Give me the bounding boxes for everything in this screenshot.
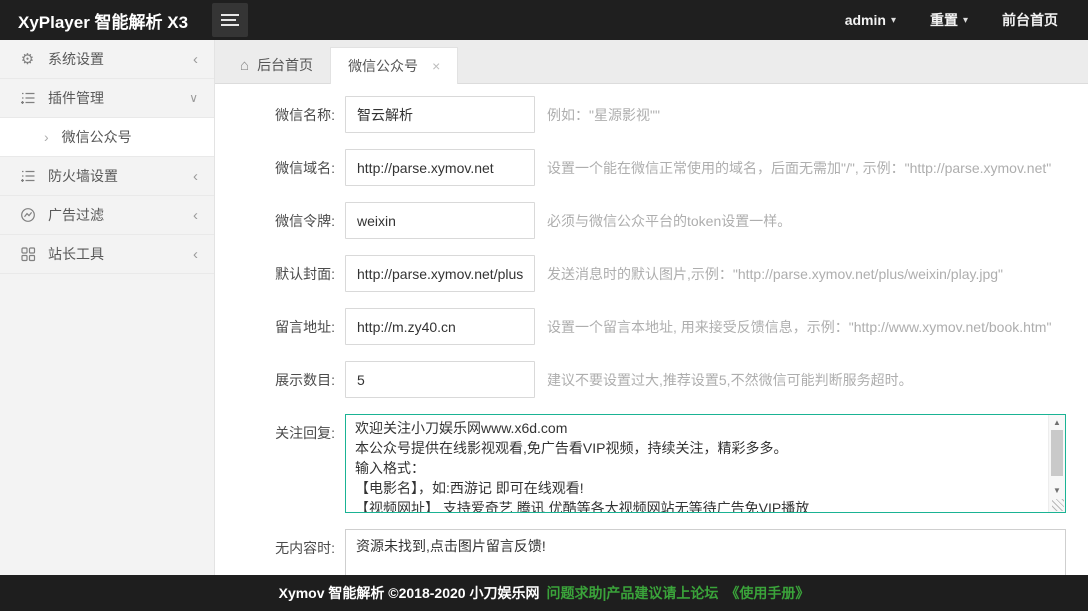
wechat-domain-input[interactable] [345,149,535,186]
reset-menu[interactable]: 重置 ▾ [930,10,968,30]
grid-icon [18,246,37,262]
app-window: XyPlayer 智能解析 X3 admin ▾ 重置 ▾ 前台首页 ⚙ 系统设… [0,0,1088,611]
forum-link[interactable]: 问题求助|产品建议请上论坛 [546,583,718,603]
sidebar-subitem-wechat[interactable]: › 微信公众号 [0,118,214,157]
field-hint: 必须与微信公众平台的token设置一样。 [547,211,791,231]
field-hint: 设置一个能在微信正常使用的域名，后面无需加"/", 示例："http://par… [547,158,1051,178]
message-board-input[interactable] [345,308,535,345]
field-label: 微信令牌: [243,211,335,231]
tab-backend-home[interactable]: ⌂ 后台首页 [223,47,330,83]
chevron-right-icon: › [44,129,49,145]
field-label: 展示数目: [243,370,335,390]
hamburger-icon [221,14,239,26]
sidebar-item-firewall[interactable]: 防火墙设置 ‹ [0,157,214,196]
default-cover-input[interactable] [345,255,535,292]
form-row-follow-reply: 关注回复: 欢迎关注小刀娱乐网www.x6d.com 本公众号提供在线影视观看,… [243,414,1088,513]
form-row-wechat-domain: 微信域名: 设置一个能在微信正常使用的域名，后面无需加"/", 示例："http… [243,149,1088,186]
scroll-down-icon[interactable]: ▼ [1049,483,1065,498]
sidebar-item-label: 广告过滤 [48,205,193,225]
form-row-message-board: 留言地址: 设置一个留言本地址, 用来接受反馈信息，示例："http://www… [243,308,1088,345]
home-icon: ⌂ [240,58,249,73]
sidebar-item-label: 插件管理 [48,88,189,108]
main-panel: ⌂ 后台首页 微信公众号 × 微信名称: 例如："星源影视"" 微信域名: [215,40,1088,611]
form-row-display-count: 展示数目: 建议不要设置过大,推荐设置5,不然微信可能判断服务超时。 [243,361,1088,398]
field-label: 微信名称: [243,105,335,125]
scrollbar-thumb[interactable] [1051,430,1063,476]
caret-down-icon: ▾ [963,15,968,26]
chevron-left-icon: ‹ [193,169,198,184]
wechat-name-input[interactable] [345,96,535,133]
sidebar-item-label: 防火墙设置 [48,166,193,186]
username-label: admin [845,12,886,28]
textarea-scrollbar[interactable]: ▲ ▼ [1048,415,1065,512]
form-row-default-cover: 默认封面: 发送消息时的默认图片,示例："http://parse.xymov.… [243,255,1088,292]
field-hint: 例如："星源影视"" [547,105,660,125]
field-label: 默认封面: [243,264,335,284]
form-row-wechat-token: 微信令牌: 必须与微信公众平台的token设置一样。 [243,202,1088,239]
tab-label: 微信公众号 [348,56,418,76]
tab-bar: ⌂ 后台首页 微信公众号 × [215,40,1088,84]
sidebar: ⚙ 系统设置 ‹ 插件管理 ∨ › 微信公众号 防火墙设置 ‹ [0,40,215,611]
field-label: 微信域名: [243,158,335,178]
wechat-settings-form: 微信名称: 例如："星源影视"" 微信域名: 设置一个能在微信正常使用的域名，后… [215,84,1088,611]
close-icon[interactable]: × [432,58,440,74]
tab-label: 后台首页 [257,55,313,75]
gear-icon: ⚙ [18,50,37,68]
field-label: 无内容时: [243,538,335,558]
chevron-left-icon: ‹ [193,247,198,262]
topbar-right: admin ▾ 重置 ▾ 前台首页 [845,10,1088,30]
chevron-down-icon: ∨ [189,92,198,104]
resize-grip-icon[interactable] [1052,499,1064,511]
field-hint: 发送消息时的默认图片,示例："http://parse.xymov.net/pl… [547,264,1003,284]
user-menu[interactable]: admin ▾ [845,12,896,28]
field-hint: 设置一个留言本地址, 用来接受反馈信息，示例："http://www.xymov… [547,317,1051,337]
topbar: XyPlayer 智能解析 X3 admin ▾ 重置 ▾ 前台首页 [0,0,1088,40]
caret-down-icon: ▾ [891,15,896,26]
main-layout: ⚙ 系统设置 ‹ 插件管理 ∨ › 微信公众号 防火墙设置 ‹ [0,40,1088,611]
sidebar-subitem-label: 微信公众号 [62,127,132,147]
sidebar-item-webmaster-tools[interactable]: 站长工具 ‹ [0,235,214,274]
firewall-list-icon [18,168,37,184]
field-label: 关注回复: [243,423,335,443]
follow-reply-textarea[interactable]: 欢迎关注小刀娱乐网www.x6d.com 本公众号提供在线影视观看,免广告看VI… [346,415,1065,512]
field-hint: 建议不要设置过大,推荐设置5,不然微信可能判断服务超时。 [547,370,913,390]
ad-filter-chart-icon [18,207,37,223]
sidebar-toggle-button[interactable] [212,3,248,37]
sidebar-item-plugin-manage[interactable]: 插件管理 ∨ [0,79,214,118]
sidebar-item-ad-filter[interactable]: 广告过滤 ‹ [0,196,214,235]
manual-link[interactable]: 《使用手册》 [725,583,809,603]
frontpage-link[interactable]: 前台首页 [1002,10,1058,30]
footer: Xymov 智能解析 ©2018-2020 小刀娱乐网 问题求助|产品建议请上论… [0,575,1088,611]
field-label: 留言地址: [243,317,335,337]
copyright-text: Xymov 智能解析 ©2018-2020 小刀娱乐网 [279,583,540,603]
chevron-left-icon: ‹ [193,208,198,223]
wechat-token-input[interactable] [345,202,535,239]
display-count-input[interactable] [345,361,535,398]
app-title: XyPlayer 智能解析 X3 [0,8,196,33]
tab-wechat-official[interactable]: 微信公众号 × [330,47,458,84]
scroll-up-icon[interactable]: ▲ [1049,415,1065,430]
sidebar-item-label: 站长工具 [48,244,193,264]
sidebar-item-label: 系统设置 [48,49,193,69]
follow-reply-textarea-wrap: 欢迎关注小刀娱乐网www.x6d.com 本公众号提供在线影视观看,免广告看VI… [345,414,1066,513]
form-row-wechat-name: 微信名称: 例如："星源影视"" [243,96,1088,133]
plugin-list-icon [18,90,37,106]
sidebar-item-system-settings[interactable]: ⚙ 系统设置 ‹ [0,40,214,79]
chevron-left-icon: ‹ [193,52,198,67]
reset-label: 重置 [930,10,958,30]
